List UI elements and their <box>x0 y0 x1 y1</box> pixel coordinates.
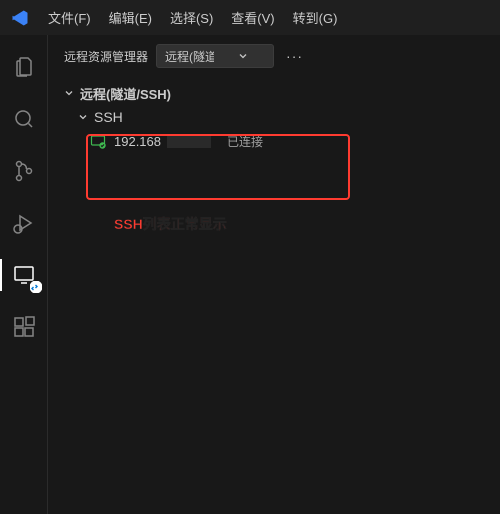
menu-select[interactable]: 选择(S) <box>162 4 221 31</box>
tree-host-item[interactable]: 192.168 已连接 <box>48 129 500 153</box>
titlebar: 文件(F) 编辑(E) 选择(S) 查看(V) 转到(G) <box>0 0 500 35</box>
activity-source-control[interactable] <box>0 147 48 195</box>
remote-explorer-sidebar: 远程资源管理器 远程(隧道/SSH) ··· 远程(隧道/SSH) SS <box>48 35 500 514</box>
menu-file[interactable]: 文件(F) <box>40 4 99 31</box>
tree-host-ip: 192.168 <box>114 134 161 149</box>
menu-edit[interactable]: 编辑(E) <box>101 4 160 31</box>
menu-go[interactable]: 转到(G) <box>285 4 346 31</box>
tree-root-label: 远程(隧道/SSH) <box>80 84 171 103</box>
activity-bar <box>0 35 48 514</box>
redacted-ip <box>167 134 211 148</box>
main-area: 远程资源管理器 远程(隧道/SSH) ··· 远程(隧道/SSH) SS <box>0 35 500 514</box>
tree-root-remote[interactable]: 远程(隧道/SSH) <box>48 81 500 105</box>
remote-target-dropdown[interactable]: 远程(隧道/SSH) <box>156 44 274 68</box>
more-actions-button[interactable]: ··· <box>282 44 307 68</box>
chevron-down-icon <box>62 86 76 100</box>
activity-run-debug[interactable] <box>0 199 48 247</box>
remote-tree: 远程(隧道/SSH) SSH 192.168 已连接 <box>48 77 500 157</box>
tree-group-label: SSH <box>94 109 123 125</box>
remote-host-icon <box>90 133 106 149</box>
activity-extensions[interactable] <box>0 303 48 351</box>
menu-view[interactable]: 查看(V) <box>223 4 282 31</box>
sidebar-title: 远程资源管理器 <box>64 48 148 65</box>
tree-host-status: 已连接 <box>227 133 263 150</box>
activity-search[interactable] <box>0 95 48 143</box>
activity-explorer[interactable] <box>0 43 48 91</box>
tree-group-ssh[interactable]: SSH <box>48 105 500 129</box>
activity-remote-explorer[interactable] <box>0 251 48 299</box>
vscode-logo-icon <box>8 6 32 30</box>
chevron-down-icon <box>76 110 90 124</box>
sidebar-header: 远程资源管理器 远程(隧道/SSH) ··· <box>48 35 500 77</box>
dropdown-value: 远程(隧道/SSH) <box>165 48 214 65</box>
chevron-down-icon <box>218 49 267 63</box>
